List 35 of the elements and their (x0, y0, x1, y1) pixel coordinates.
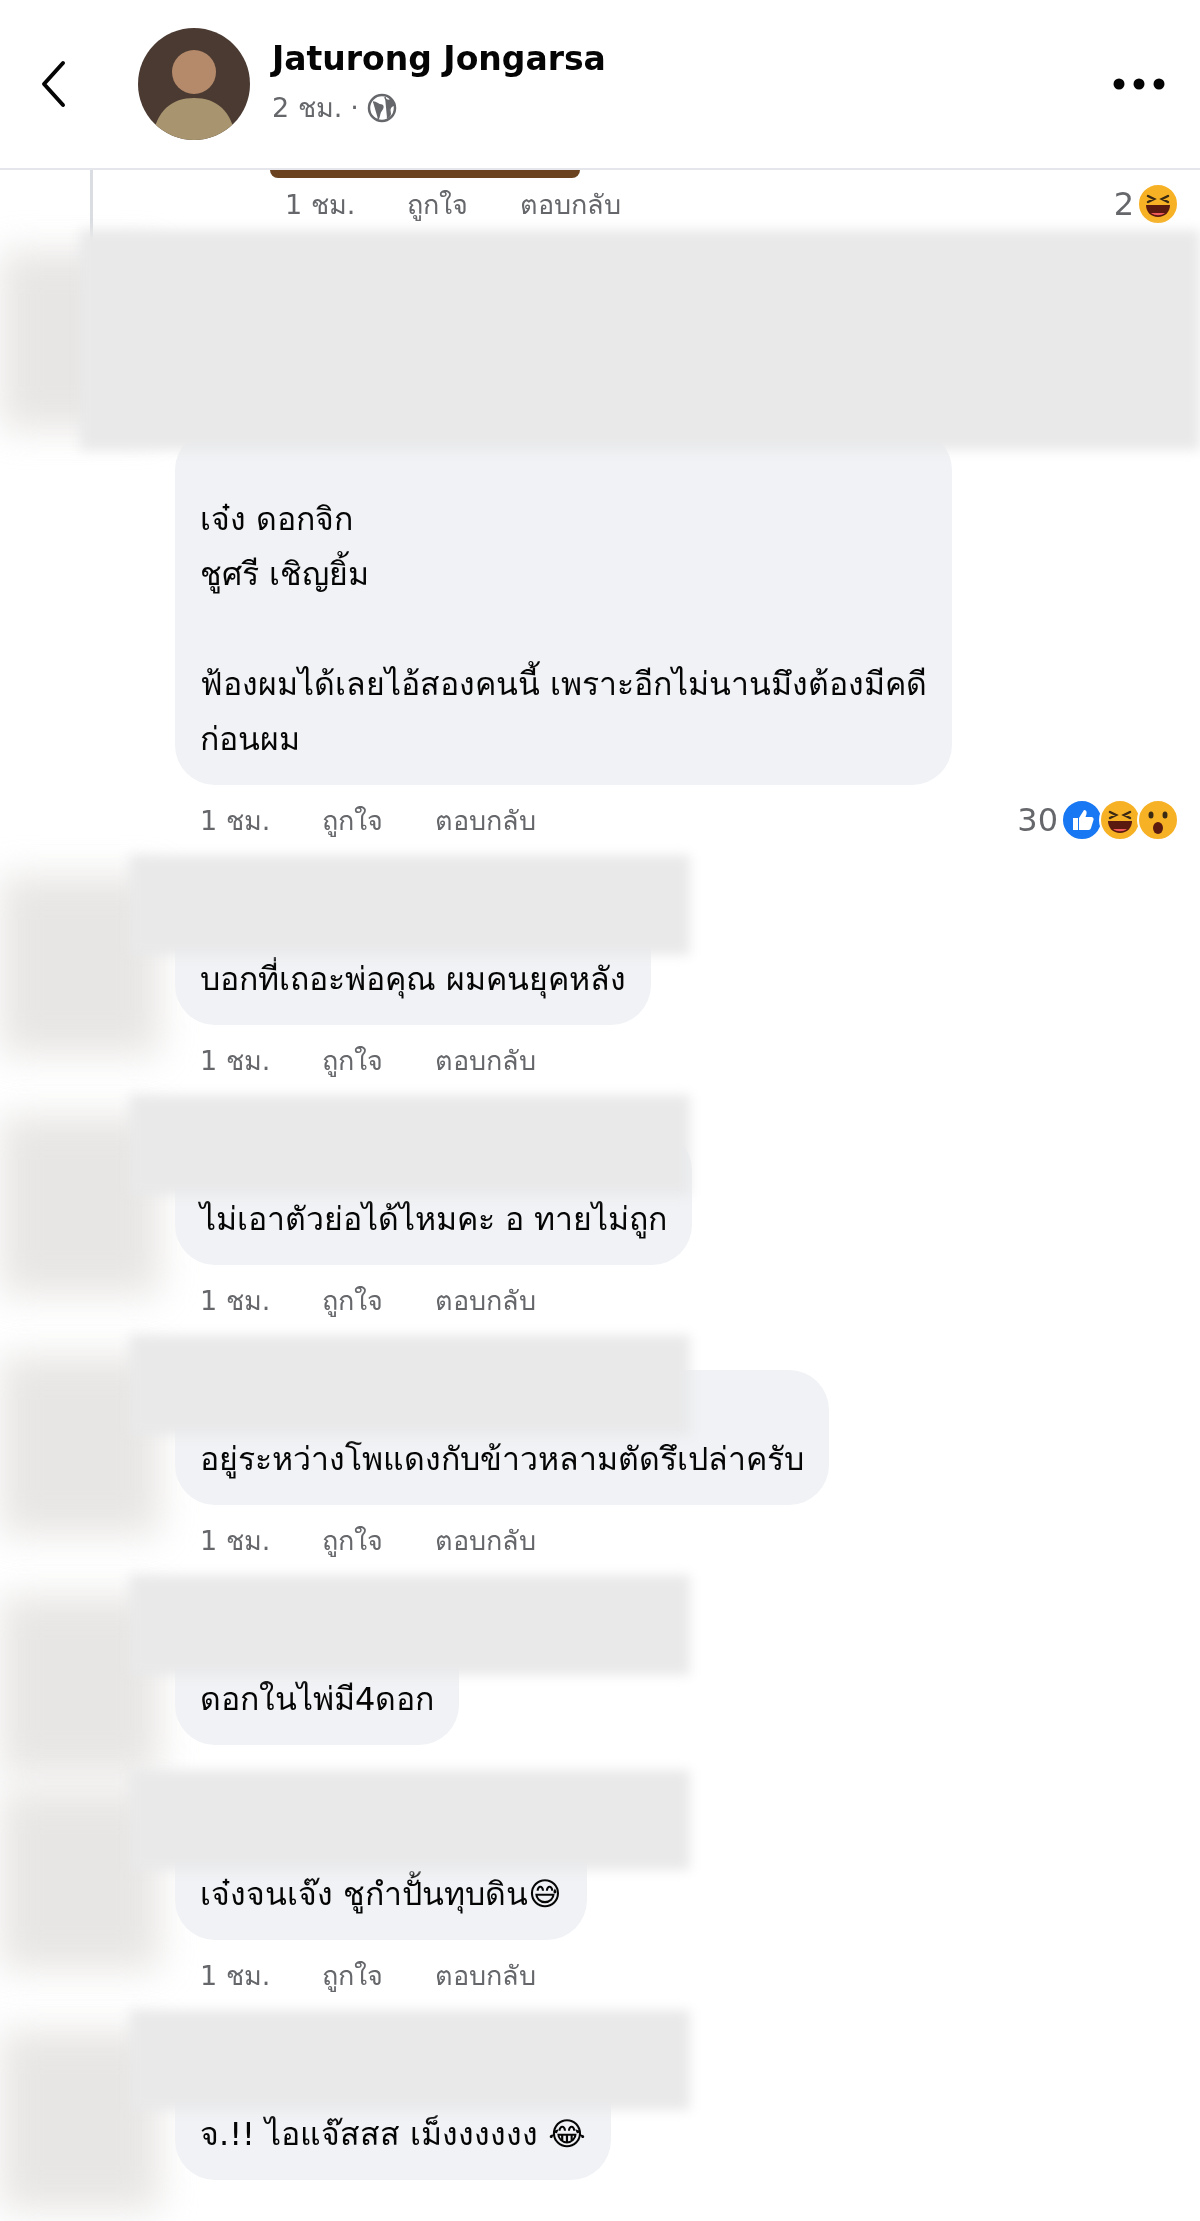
like-link[interactable]: ถูกใจ (322, 1278, 384, 1322)
reaction-count: 30 (1017, 801, 1058, 839)
globe-icon (366, 92, 397, 123)
more-dots-icon (1113, 78, 1165, 90)
comment-time: 1 ชม. (200, 1523, 271, 1558)
reply-link[interactable]: ตอบกลับ (520, 182, 622, 226)
reply-link[interactable]: ตอบกลับ (435, 1038, 537, 1082)
like-link[interactable]: ถูกใจ (407, 182, 469, 226)
separator-dot: · (350, 92, 359, 123)
post-time: 2 ชม. (272, 91, 343, 125)
comment-text: เจ๋ง ดอกจิก ชูศรี เชิญยิ้ม ฟ้องผมได้เลยไอ้สองคนนี้ เพราะอีกไม่นานมึงต้องมีคดี ก่อนผม (200, 499, 928, 760)
comment-time: 1 ชม. (200, 1283, 271, 1318)
back-chevron-icon (40, 60, 66, 108)
like-link[interactable]: ถูกใจ (322, 798, 384, 842)
like-link[interactable]: ถูกใจ (322, 1953, 384, 1997)
comment-text: บอกที่เถอะพ่อคุณ ผมคนยุคหลัง (200, 952, 627, 1007)
comment-time: 1 ชม. (200, 1958, 271, 1993)
comment-time: 1 ชม. (200, 803, 271, 838)
reply-link[interactable]: ตอบกลับ (435, 798, 537, 842)
laughing-face-icon (1136, 182, 1180, 226)
comment-text: อยู่ระหว่างโพแดงกับข้าวหลามตัดรึเปล่าครับ (200, 1439, 804, 1481)
comment-text: ดอกในไพ่มี4ดอก (200, 1679, 435, 1720)
author-name[interactable]: Jaturong Jongarsa (272, 39, 1103, 78)
comment-time: 1 ชม. (285, 187, 356, 222)
like-link[interactable]: ถูกใจ (322, 1038, 384, 1082)
surprised-face-icon (1136, 798, 1180, 842)
reaction-count: 2 (1113, 185, 1134, 223)
reply-link[interactable]: ตอบกลับ (435, 1518, 537, 1562)
comment-text: เจ๋งจนเจ๊ง ชูกำปั้นทุบดิน😅 (200, 1867, 562, 1922)
comment-text: จ.!! ไอแจ๊สสส เม็งงงงงง 😂 (200, 2114, 586, 2155)
like-link[interactable]: ถูกใจ (322, 1518, 384, 1562)
reply-link[interactable]: ตอบกลับ (435, 1953, 537, 1997)
comment-text: ไม่เอาตัวย่อได้ไหมคะ อ ทายไม่ถูก (200, 1199, 668, 1241)
reply-link[interactable]: ตอบกลับ (435, 1278, 537, 1322)
comment-time: 1 ชม. (200, 1043, 271, 1078)
